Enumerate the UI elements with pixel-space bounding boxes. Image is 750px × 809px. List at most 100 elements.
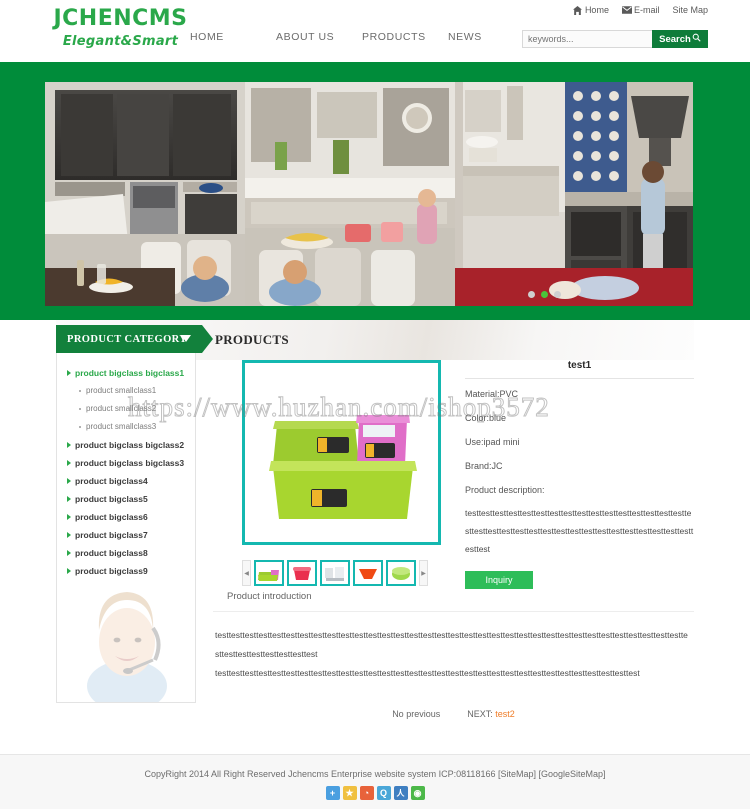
top-link-email[interactable]: E-mail [621,5,660,15]
main-content: PRODUCT CATEGORY product bigclass bigcla… [0,320,750,754]
logo-tagline: Elegant&Smart [62,34,179,49]
sidebar-item-bigclass4[interactable]: product bigclass4 [57,472,195,490]
top-link-sitemap[interactable]: Site Map [672,5,708,15]
search-icon [692,33,701,45]
list-item: product bigclass4 [57,472,195,490]
wechat-icon[interactable]: ◉ [410,786,425,800]
product-attr-material: Material:PVC [465,389,519,399]
chevron-right-icon [67,442,71,448]
list-item: product bigclass bigclass3 [57,454,195,472]
bullet-icon [79,408,81,410]
product-attr-use: Use:ipad mini [465,437,520,447]
inquiry-button[interactable]: Inquiry [465,571,533,589]
search-input[interactable] [522,30,652,48]
sidebar-item-label: product bigclass bigclass2 [75,440,185,450]
sidebar-header[interactable]: PRODUCT CATEGORY [56,325,213,353]
hero-banner-image [45,82,693,306]
page-root: JCHENCMS Elegant&Smart Home E-mail Site … [0,0,750,809]
top-link-email-label: E-mail [633,5,660,15]
hero-banner-band [0,62,750,320]
footer-copyright: CopyRight 2014 All Right Reserved Jchenc… [144,769,606,779]
pager-next-label: NEXT: [467,709,493,719]
product-attr-color: Color:blue [465,413,507,423]
sidebar-item-label: product bigclass6 [75,512,148,522]
sidebar-item-label: product smallclass3 [86,422,157,431]
product-thumb-3[interactable] [320,560,350,586]
sidebar-item-label: product bigclass bigclass3 [75,458,185,468]
sidebar-item-label: product bigclass8 [75,548,148,558]
list-item: product bigclass9 [57,562,195,580]
chevron-right-icon [67,532,71,538]
sidebar-panel: product bigclass bigclass1 product small… [56,353,196,703]
list-item: product bigclass bigclass2 [57,436,195,454]
chevron-right-icon [67,496,71,502]
bullet-icon [79,390,81,392]
rss-feed-icon[interactable]: ◔ [359,786,374,800]
pager-previous: No previous [392,709,441,719]
site-footer: CopyRight 2014 All Right Reserved Jchenc… [0,755,750,809]
customer-service-image [65,590,187,702]
list-item: product bigclass bigclass1 [57,364,195,382]
sidebar-item-smallclass3[interactable]: product smallclass3 [57,418,195,436]
renren-icon[interactable]: 人 [393,786,408,800]
product-thumb-5[interactable] [386,560,416,586]
sidebar-item-bigclass2[interactable]: product bigclass bigclass2 [57,436,195,454]
search-button[interactable]: Search [652,30,708,48]
list-item: product bigclass5 [57,490,195,508]
chevron-right-icon[interactable]: ▶ [419,560,428,586]
chevron-right-icon [67,568,71,574]
hero-banner[interactable] [45,82,693,306]
sidebar-item-label: product smallclass2 [86,404,157,413]
banner-dots [528,291,561,298]
product-pager: No previous NEXT: test2 [213,709,694,719]
nav-item-products[interactable]: PRODUCTS [362,31,448,43]
sidebar-item-label: product bigclass7 [75,530,148,540]
chevron-right-icon [67,460,71,466]
product-introduction-line-1: testtesttesttesttesttesttesttesttesttest… [215,630,688,659]
product-thumb-1[interactable] [254,560,284,586]
sidebar-item-bigclass1[interactable]: product bigclass bigclass1 [57,364,195,382]
product-thumb-2[interactable] [287,560,317,586]
search-button-label: Search [659,33,691,45]
product-description-label: Product description: [465,485,545,495]
list-item: product bigclass7 [57,526,195,544]
list-item: product smallclass2 [57,400,195,418]
sidebar-header-title: PRODUCT CATEGORY [67,333,188,345]
envelope-icon [621,5,632,15]
sidebar-item-bigclass7[interactable]: product bigclass7 [57,526,195,544]
favorite-star-icon[interactable]: ★ [342,786,357,800]
sidebar-item-smallclass2[interactable]: product smallclass2 [57,400,195,418]
sidebar-item-bigclass6[interactable]: product bigclass6 [57,508,195,526]
product-introduction-heading: Product introduction [213,591,694,612]
sidebar-item-smallclass1[interactable]: product smallclass1 [57,382,195,400]
product-thumb-4[interactable] [353,560,383,586]
chevron-right-icon [67,550,71,556]
chevron-right-icon [67,370,71,376]
qzone-icon[interactable]: Q [376,786,391,800]
category-list: product bigclass bigclass1 product small… [57,364,195,580]
sidebar-item-bigclass8[interactable]: product bigclass8 [57,544,195,562]
social-share-bar: + ★ ◔ Q 人 ◉ [0,786,750,800]
product-thumbnail-strip: ◀ ▶ [242,558,441,588]
list-item: product smallclass1 [57,382,195,400]
sidebar-item-label: product bigclass4 [75,476,148,486]
nav-item-home[interactable]: HOME [190,31,276,43]
site-header: JCHENCMS Elegant&Smart Home E-mail Site … [0,0,750,62]
banner-dot-2[interactable] [541,291,548,298]
pager-next-link[interactable]: test2 [495,709,515,719]
sidebar-item-bigclass5[interactable]: product bigclass5 [57,490,195,508]
banner-dot-1[interactable] [528,291,535,298]
top-link-home[interactable]: Home [572,5,609,15]
logo-title: JCHENCMS [53,6,188,31]
chevron-left-icon[interactable]: ◀ [242,560,251,586]
site-logo[interactable]: JCHENCMS Elegant&Smart [48,6,193,52]
main-navigation: HOME ABOUT US PRODUCTS NEWS [190,31,534,43]
banner-dot-3[interactable] [554,291,561,298]
product-showcase: ◀ ▶ test1 Material:PVC Color:blue Use:ip… [213,360,694,589]
sidebar-item-label: product bigclass5 [75,494,148,504]
product-main-image[interactable] [242,360,441,545]
sidebar-item-bigclass9[interactable]: product bigclass9 [57,562,195,580]
sidebar-item-bigclass3[interactable]: product bigclass bigclass3 [57,454,195,472]
nav-item-about-us[interactable]: ABOUT US [276,31,362,43]
share-plus-icon[interactable]: + [325,786,340,800]
